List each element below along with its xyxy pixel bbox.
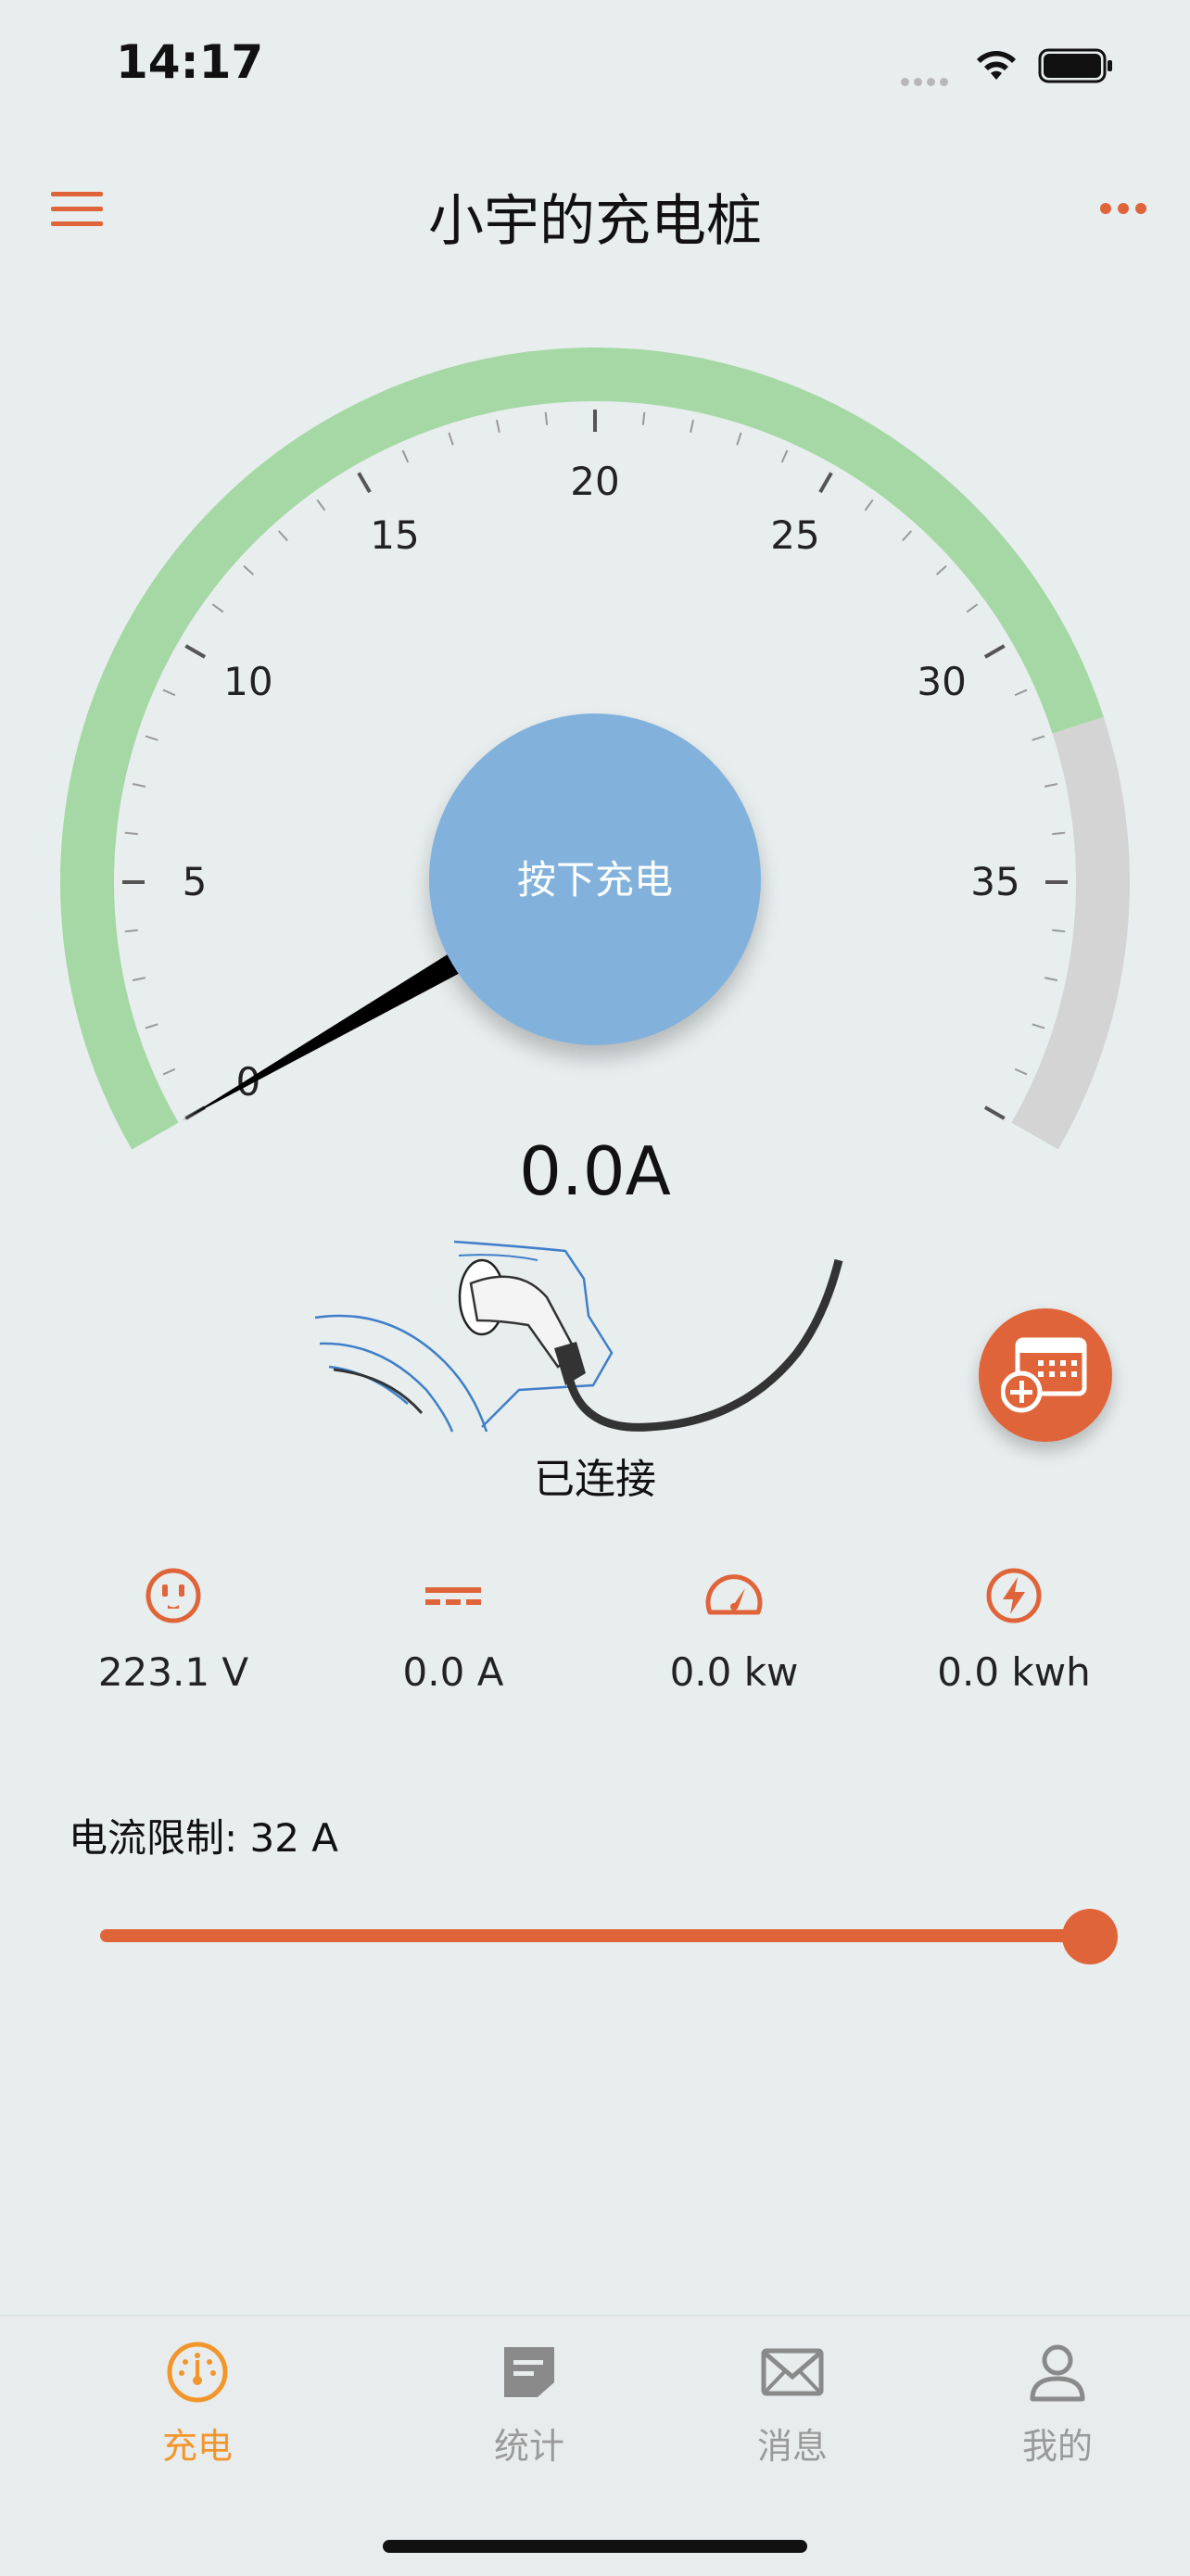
gauge-minor-tick <box>780 449 789 463</box>
lightning-icon <box>986 1568 1042 1623</box>
connection-status: 已连接 <box>534 1456 656 1503</box>
current-limit-thumb[interactable] <box>1062 1909 1118 1964</box>
gauge-minor-tick <box>902 530 912 542</box>
voltage-stat: 223.1 V <box>34 1566 312 1695</box>
home-indicator <box>383 2540 807 2553</box>
gauge-minor-tick <box>124 831 138 836</box>
gauge-tick-label: 5 <box>183 859 208 904</box>
gauge-minor-tick <box>935 565 947 575</box>
gauge-minor-tick <box>1014 688 1028 697</box>
calendar-add-icon <box>1001 1337 1087 1413</box>
gauge-major-tick <box>184 644 207 659</box>
signal-icon <box>901 72 956 86</box>
gauge-minor-tick <box>145 1023 158 1029</box>
energy-value: 0.0 kwh <box>937 1649 1091 1695</box>
outlet-icon <box>146 1568 201 1623</box>
gauge-tick-label: 30 <box>917 659 966 704</box>
gauge-minor-tick <box>316 499 326 511</box>
gauge-minor-tick <box>162 1067 176 1076</box>
gauge-minor-tick <box>124 928 138 933</box>
gauge-minor-tick <box>736 432 742 446</box>
gauge-minor-tick <box>864 499 874 511</box>
gauge-major-tick <box>983 1105 1006 1120</box>
gauge-tick-label: 15 <box>370 512 419 558</box>
gauge-minor-tick <box>448 432 454 446</box>
gauge-tick-label: 10 <box>223 659 272 704</box>
gauge-minor-tick <box>1044 782 1058 788</box>
current-limit-label: 电流限制: 32 A <box>69 1815 339 1861</box>
tab-profile[interactable]: 我的 <box>956 2340 1159 2469</box>
gauge-minor-tick <box>1052 928 1066 933</box>
gauge-minor-tick <box>401 449 410 463</box>
gauge-icon <box>167 2342 228 2403</box>
speedometer-icon <box>705 1574 763 1615</box>
gauge-minor-tick <box>966 603 979 613</box>
car-plug-illustration <box>314 1240 843 1433</box>
gauge-minor-tick <box>278 530 288 542</box>
gauge-minor-tick <box>1014 1067 1028 1076</box>
wifi-icon <box>977 51 1016 80</box>
current-limit-track[interactable] <box>100 1929 1089 1942</box>
gauge-minor-tick <box>641 411 646 425</box>
status-time: 14:17 <box>116 35 264 89</box>
mail-icon <box>761 2348 824 2396</box>
gauge-minor-tick <box>211 603 224 613</box>
more-icon[interactable] <box>1099 201 1147 216</box>
gauge-minor-tick <box>544 411 549 425</box>
current-stat: 0.0 A <box>314 1566 592 1695</box>
battery-icon <box>1038 48 1112 83</box>
dc-current-icon <box>425 1587 481 1605</box>
tab-stats-label: 统计 <box>493 2426 564 2467</box>
energy-stat: 0.0 kwh <box>875 1566 1153 1695</box>
gauge-major-tick <box>818 472 833 494</box>
user-icon <box>1030 2344 1085 2402</box>
start-charging-button[interactable]: 按下充电 <box>429 713 761 1045</box>
current-readout: 0.0A <box>519 1132 671 1210</box>
gauge-major-tick <box>357 472 372 494</box>
gauge-minor-tick <box>690 419 695 434</box>
gauge-minor-tick <box>145 735 158 741</box>
power-stat: 0.0 kw <box>595 1566 873 1695</box>
tab-messages[interactable]: 消息 <box>690 2340 894 2469</box>
current-value: 0.0 A <box>402 1649 504 1695</box>
gauge-minor-tick <box>1052 831 1066 836</box>
gauge-major-tick <box>983 644 1006 659</box>
tab-messages-label: 消息 <box>756 2426 828 2467</box>
voltage-value: 223.1 V <box>97 1649 249 1695</box>
gauge-tick-label: 25 <box>770 512 819 558</box>
tab-charge[interactable]: 充电 <box>95 2340 299 2469</box>
gauge-tick-label: 35 <box>970 859 1019 904</box>
gauge-minor-tick <box>243 565 255 575</box>
gauge-minor-tick <box>132 782 146 788</box>
add-schedule-button[interactable] <box>979 1308 1112 1442</box>
document-icon <box>504 2347 554 2397</box>
tab-profile-label: 我的 <box>1021 2426 1093 2467</box>
gauge-minor-tick <box>162 688 176 697</box>
gauge-minor-tick <box>132 977 146 982</box>
tab-stats[interactable]: 统计 <box>427 2340 631 2469</box>
gauge-minor-tick <box>495 419 500 434</box>
gauge-minor-tick <box>1032 735 1045 741</box>
page-title: 小宇的充电桩 <box>428 189 762 254</box>
power-value: 0.0 kw <box>669 1649 799 1695</box>
gauge-tick-label: 20 <box>570 459 619 504</box>
tab-charge-label: 充电 <box>161 2426 233 2467</box>
gauge-minor-tick <box>1032 1023 1045 1029</box>
gauge-minor-tick <box>1044 977 1058 982</box>
